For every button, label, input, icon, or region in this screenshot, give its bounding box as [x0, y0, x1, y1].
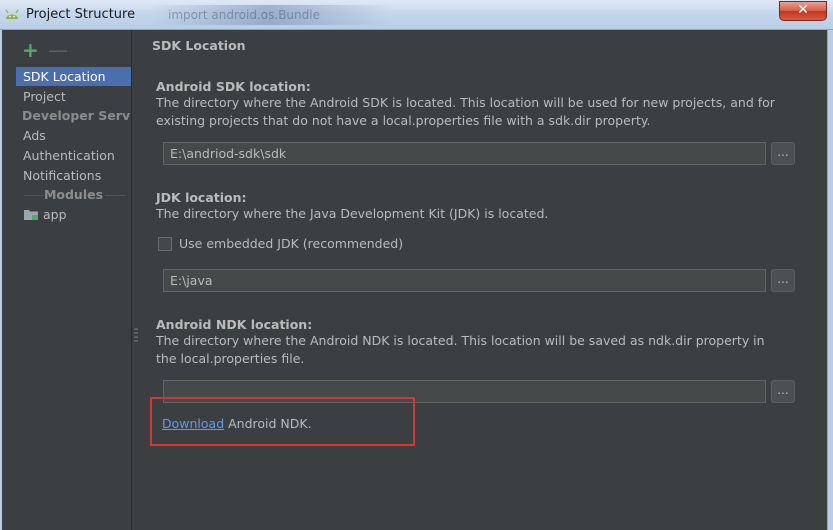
add-icon[interactable]: +	[22, 40, 39, 60]
jdk-browse-button[interactable]: ...	[771, 269, 795, 292]
jdk-description: The directory where the Java Development…	[156, 206, 549, 221]
sidebar-item-ads[interactable]: Ads	[16, 126, 131, 145]
sidebar-item-notifications[interactable]: Notifications	[16, 166, 131, 185]
ndk-title: Android NDK location:	[156, 317, 313, 332]
jdk-path-field[interactable]: E:\java	[163, 269, 766, 292]
module-app-label: app	[43, 207, 67, 222]
android-sdk-description: The directory where the Android SDK is l…	[156, 95, 775, 128]
modules-header: Modules	[16, 186, 131, 204]
android-studio-icon	[5, 9, 19, 19]
remove-icon[interactable]: —	[48, 40, 68, 60]
page-title: SDK Location	[152, 38, 246, 53]
sidebar: + — SDK Location Project Developer Servi…	[2, 30, 132, 530]
android-sdk-path-field[interactable]: E:\andriod-sdk\sdk	[163, 142, 766, 165]
annotation-highlight-box	[150, 397, 415, 446]
android-sdk-browse-button[interactable]: ...	[771, 142, 795, 165]
window-frame-right	[827, 30, 833, 530]
background-editor-tab-ghost: import android.os.Bundle	[150, 5, 390, 25]
embedded-jdk-checkbox-label[interactable]: Use embedded JDK (recommended)	[179, 236, 403, 251]
android-sdk-title: Android SDK location:	[156, 79, 311, 94]
sidebar-item-sdk-location[interactable]: SDK Location	[16, 67, 131, 86]
window-title-bar: Project Structure import android.os.Bund…	[0, 0, 833, 30]
sidebar-item-authentication[interactable]: Authentication	[16, 146, 131, 165]
sdk-location-panel: SDK Location Android SDK location: The d…	[138, 30, 827, 530]
module-folder-icon	[24, 210, 38, 220]
close-window-button[interactable]: ✕	[779, 1, 827, 21]
developer-services-header[interactable]: Developer Servi...	[16, 107, 131, 125]
embedded-jdk-checkbox[interactable]	[158, 237, 172, 251]
window-title: Project Structure	[26, 7, 136, 22]
jdk-title: JDK location:	[156, 190, 247, 205]
ndk-browse-button[interactable]: ...	[771, 380, 795, 403]
ndk-description: The directory where the Android NDK is l…	[156, 333, 765, 366]
sidebar-item-project[interactable]: Project	[16, 87, 131, 106]
sidebar-item-module-app[interactable]: app	[16, 205, 67, 224]
